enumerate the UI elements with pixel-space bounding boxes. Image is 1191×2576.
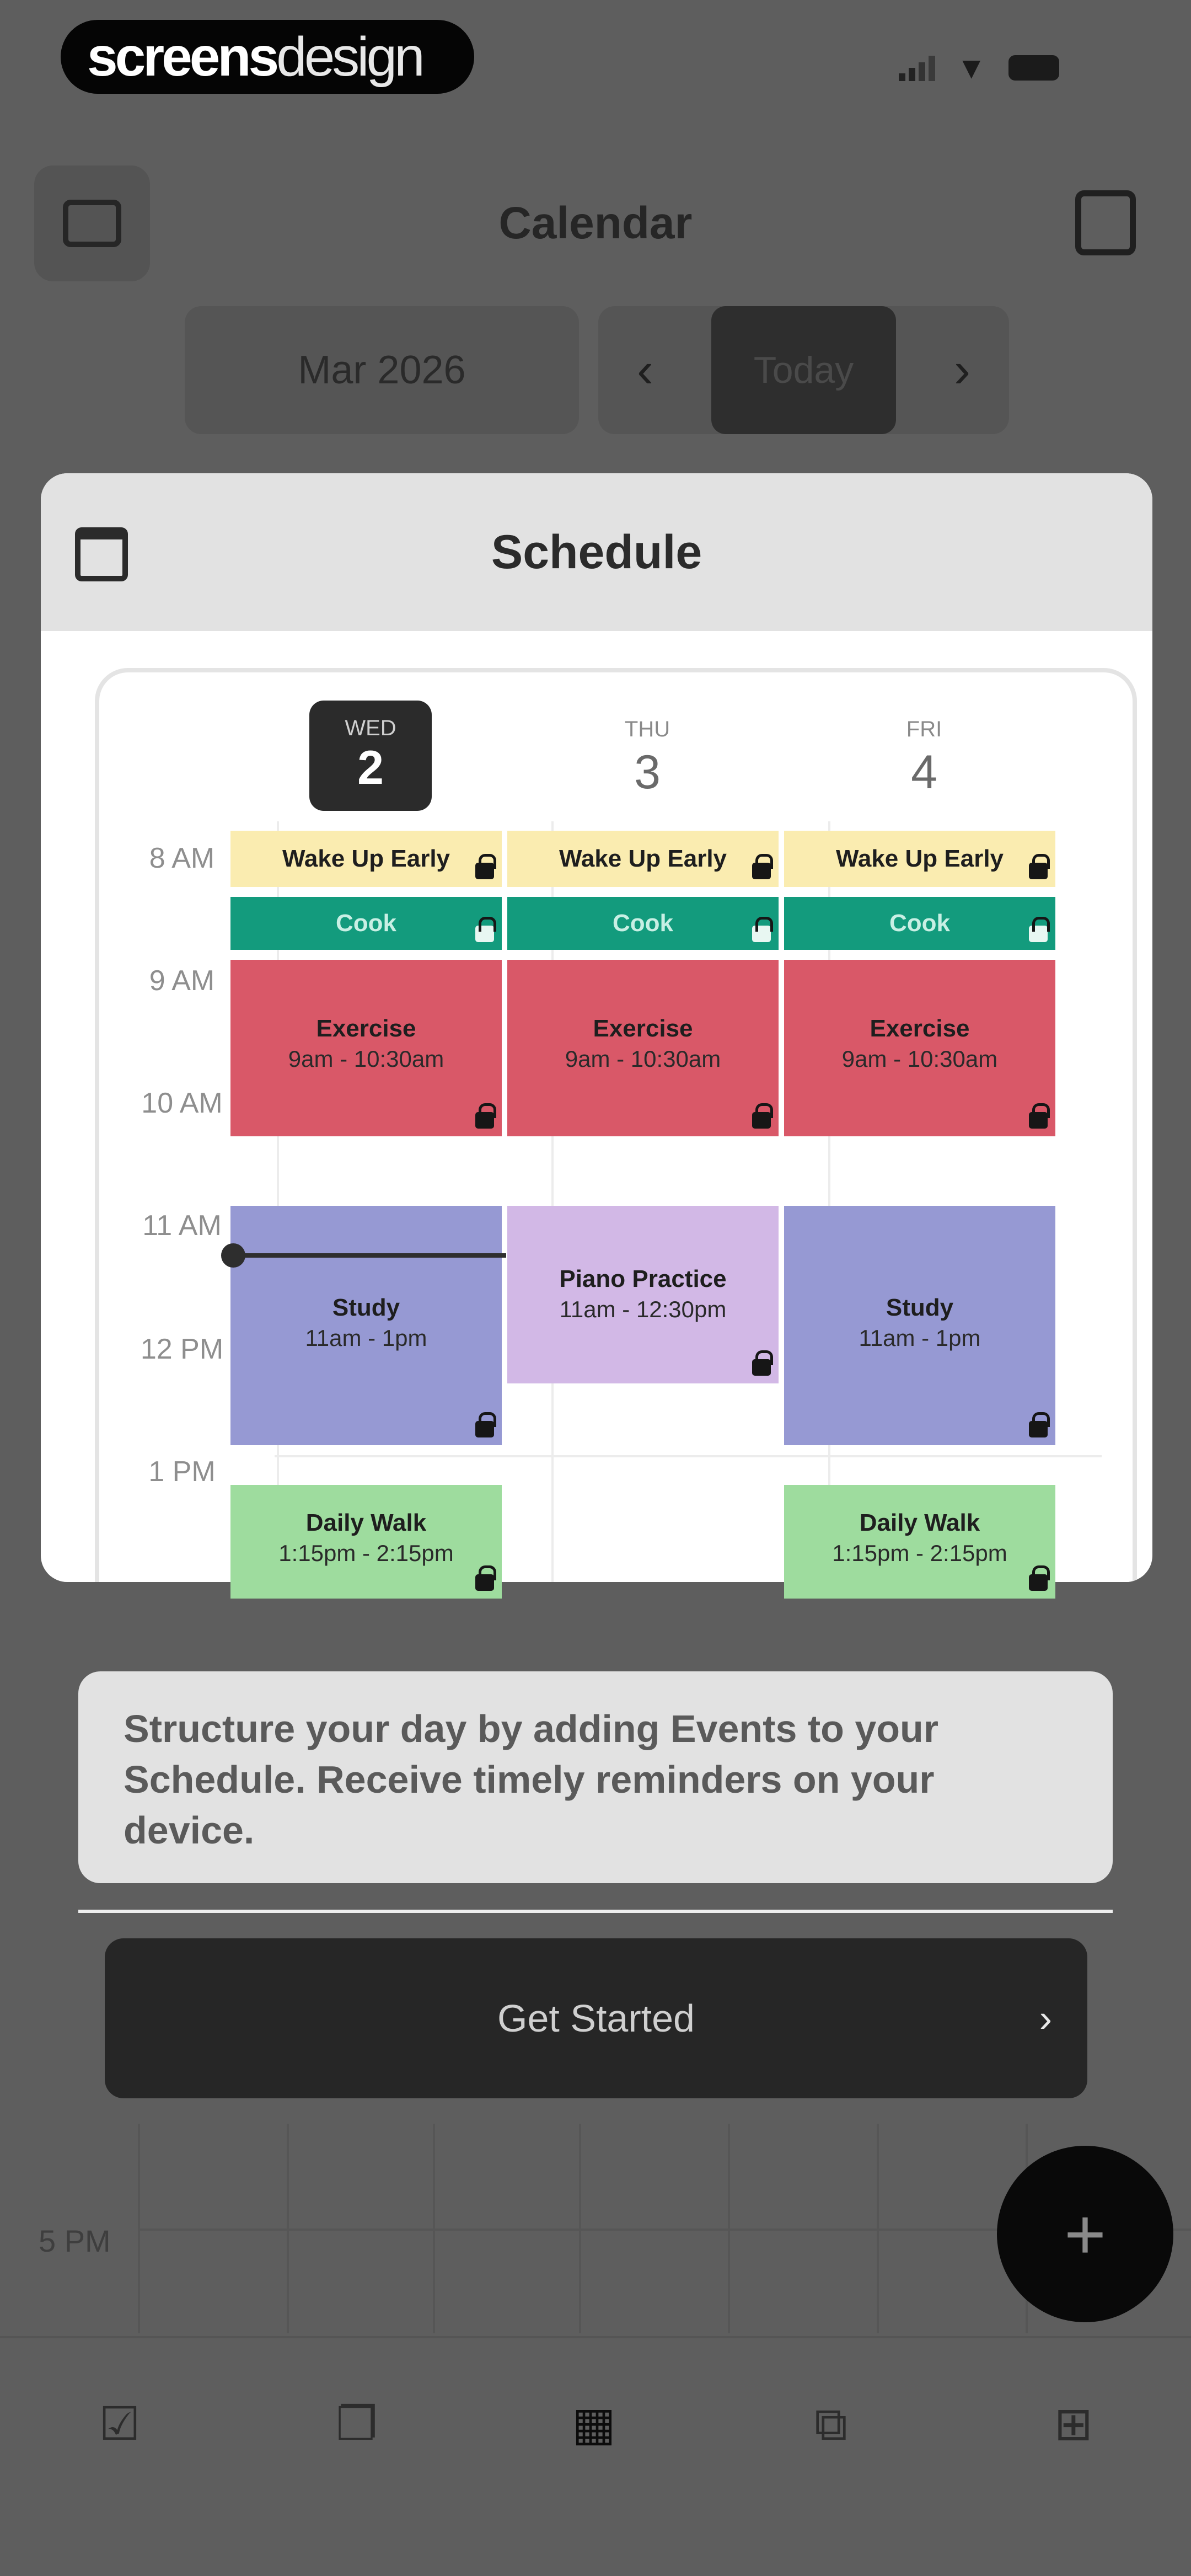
lock-icon: [752, 917, 773, 942]
tab-calendar[interactable]: ▦: [564, 2393, 624, 2454]
event-daily-walk[interactable]: Daily Walk 1:15pm - 2:15pm: [230, 1485, 502, 1599]
lock-icon: [475, 1103, 496, 1129]
page-title: Calendar: [498, 198, 693, 248]
modal-header: Schedule: [41, 473, 1152, 631]
event-study[interactable]: Study 11am - 1pm: [784, 1206, 1055, 1445]
next-button[interactable]: ›: [915, 306, 1009, 434]
calendar-icon: [75, 527, 128, 581]
event-title: Cook: [889, 910, 950, 937]
lock-icon: [1029, 1565, 1050, 1591]
time-label: 1 PM: [148, 1456, 216, 1488]
event-time: 9am - 10:30am: [565, 1046, 721, 1072]
add-event-button[interactable]: +: [997, 2146, 1173, 2322]
event-daily-walk[interactable]: Daily Walk 1:15pm - 2:15pm: [784, 1485, 1055, 1599]
signal-icon: [899, 55, 935, 81]
event-time: 9am - 10:30am: [288, 1046, 444, 1072]
status-bar: ▼: [899, 50, 1060, 85]
tab-bar: ☑ ❐ ▦ ⧉ ⊞: [0, 2336, 1191, 2576]
event-title: Wake Up Early: [835, 845, 1004, 872]
event-title: Exercise: [316, 1015, 416, 1042]
event-title: Exercise: [870, 1015, 970, 1042]
get-started-label: Get Started: [497, 1997, 695, 2040]
event-title: Exercise: [593, 1015, 693, 1042]
event-title: Study: [332, 1294, 400, 1321]
stats-icon: ⧉: [814, 2398, 847, 2450]
tab-tasks[interactable]: ☑: [89, 2393, 150, 2454]
divider: [78, 1910, 1113, 1913]
day-of-week: THU: [624, 717, 670, 741]
event-time: 1:15pm - 2:15pm: [832, 1540, 1007, 1566]
lock-icon: [475, 854, 496, 879]
get-started-button[interactable]: Get Started ›: [105, 1938, 1087, 2098]
tab-notes[interactable]: ❐: [326, 2393, 387, 2454]
lock-icon: [1029, 1103, 1050, 1129]
day-number: 4: [911, 746, 937, 799]
previous-button[interactable]: ‹: [598, 306, 692, 434]
event-exercise[interactable]: Exercise 9am - 10:30am: [784, 960, 1055, 1136]
event-title: Daily Walk: [305, 1509, 427, 1536]
event-time: 11am - 1pm: [305, 1325, 427, 1351]
day-of-week: WED: [345, 716, 396, 740]
event-title: Cook: [613, 910, 673, 937]
event-title: Daily Walk: [859, 1509, 980, 1536]
lock-icon: [475, 1412, 496, 1437]
info-box: Structure your day by adding Events to y…: [78, 1671, 1113, 1883]
event-title: Wake Up Early: [559, 845, 727, 872]
event-cook[interactable]: Cook: [507, 897, 779, 950]
tab-more[interactable]: ⊞: [1043, 2393, 1104, 2454]
event-time: 11am - 12:30pm: [559, 1296, 727, 1322]
day-of-week: FRI: [906, 717, 942, 741]
day-header-fri: FRI 4: [789, 701, 1059, 800]
event-title: Wake Up Early: [282, 845, 450, 872]
day-header-wed: WED 2: [235, 701, 506, 811]
lock-icon: [752, 854, 773, 879]
today-button[interactable]: Today: [711, 306, 896, 434]
wifi-icon: ▼: [956, 50, 987, 85]
event-cook[interactable]: Cook: [230, 897, 502, 950]
lock-icon: [1029, 917, 1050, 942]
chevron-right-icon: ›: [1039, 1997, 1052, 2040]
event-wake-up-early[interactable]: Wake Up Early: [784, 831, 1055, 887]
event-title: Study: [886, 1294, 954, 1321]
checklist-icon: ☑: [99, 2398, 141, 2450]
more-icon: ⊞: [1054, 2398, 1093, 2450]
lock-icon: [475, 917, 496, 942]
clipboard-icon[interactable]: [1075, 190, 1136, 255]
event-wake-up-early[interactable]: Wake Up Early: [230, 831, 502, 887]
calendar-icon: ▦: [572, 2398, 616, 2450]
event-cook[interactable]: Cook: [784, 897, 1055, 950]
event-title: Cook: [336, 910, 396, 937]
event-exercise[interactable]: Exercise 9am - 10:30am: [507, 960, 779, 1136]
lock-icon: [475, 1565, 496, 1591]
event-study[interactable]: Study 11am - 1pm: [230, 1206, 502, 1445]
notes-icon: ❐: [336, 2398, 378, 2450]
screensdesign-watermark: screensdesign: [61, 20, 474, 94]
month-selector[interactable]: Mar 2026: [185, 306, 579, 434]
modal-title: Schedule: [491, 526, 702, 579]
event-time: 11am - 1pm: [859, 1325, 981, 1351]
day-number: 3: [634, 746, 661, 799]
lock-icon: [752, 1103, 773, 1129]
time-label-5pm: 5 PM: [39, 2224, 111, 2258]
event-time: 9am - 10:30am: [841, 1046, 998, 1072]
battery-icon: [1008, 55, 1060, 81]
event-piano-practice[interactable]: Piano Practice 11am - 12:30pm: [507, 1206, 779, 1383]
event-time: 1:15pm - 2:15pm: [278, 1540, 454, 1566]
current-time-line: [230, 1253, 506, 1258]
info-text: Structure your day by adding Events to y…: [124, 1707, 939, 1852]
event-title: Piano Practice: [559, 1265, 727, 1292]
date-navigation: ‹ Today ›: [598, 306, 1009, 434]
day-number: 2: [357, 741, 384, 794]
event-wake-up-early[interactable]: Wake Up Early: [507, 831, 779, 887]
day-header-thu: THU 3: [512, 701, 782, 800]
tab-stats[interactable]: ⧉: [801, 2393, 861, 2454]
lock-icon: [752, 1350, 773, 1376]
event-exercise[interactable]: Exercise 9am - 10:30am: [230, 960, 502, 1136]
lock-icon: [1029, 854, 1050, 879]
lock-icon: [1029, 1412, 1050, 1437]
selected-day-badge: WED 2: [309, 701, 432, 811]
